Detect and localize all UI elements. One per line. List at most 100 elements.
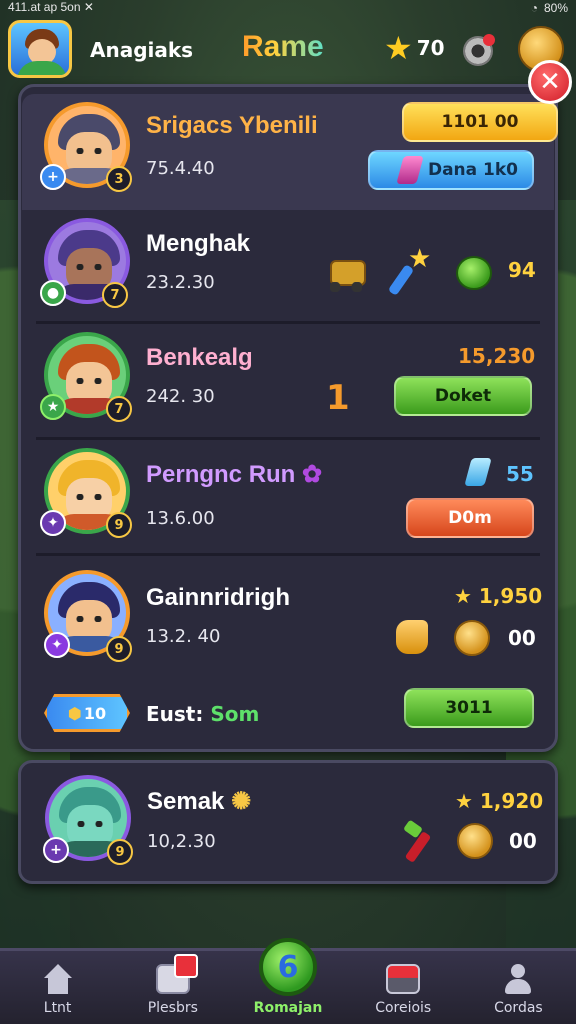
nav-home[interactable]: Ltnt: [0, 951, 115, 1024]
level-badge-icon: 9: [106, 636, 132, 662]
status-icons: ◔ 80%: [531, 0, 568, 16]
nav-profile[interactable]: Cordas: [461, 951, 576, 1024]
level-badge-icon: 7: [102, 282, 128, 308]
row-action-button[interactable]: D0m: [406, 498, 534, 538]
class-badge-icon: +: [40, 164, 66, 190]
player-score: 13.6.00: [146, 508, 215, 529]
class-badge-icon: ●: [40, 280, 66, 306]
blue-crystal-icon: [464, 458, 492, 486]
rank-number: 1: [326, 378, 350, 418]
bottom-navigation: Ltnt Plesbrs 6 Romajan Coreiois Cordas: [0, 938, 576, 1024]
player-name: Anagiaks: [90, 38, 194, 62]
event-action-button[interactable]: 3011: [404, 688, 534, 728]
coin-icon: [457, 823, 493, 859]
shirt-shape: [17, 61, 67, 75]
player-score: 242. 30: [146, 386, 215, 407]
star-icon: ★: [384, 29, 413, 67]
cart-icon: [326, 258, 366, 292]
top-header: Anagiaks Rame ★ 70: [0, 18, 576, 80]
level-badge-icon: 3: [106, 166, 132, 192]
player-name-label: Srigacs Ybenili: [146, 112, 318, 139]
level-badge-icon: 9: [107, 839, 133, 865]
level-badge-icon: 9: [106, 512, 132, 538]
row-value-secondary: 00: [508, 626, 536, 650]
eyes-shape: [77, 821, 103, 827]
game-title: Rame: [242, 30, 324, 63]
leaderboard-row-3[interactable]: ★ 7 Benkealg 242. 30 1 15,230 Doket: [22, 324, 556, 440]
green-gem-icon: [456, 256, 492, 290]
star-badge-icon: ★: [40, 394, 66, 420]
shield-icon: ⬢: [67, 703, 82, 723]
player-name-text: Semak: [147, 788, 225, 815]
close-button[interactable]: ✕: [528, 60, 572, 104]
battery-level: 80%: [543, 1, 568, 15]
nav-ranking-label: Romajan: [253, 1000, 323, 1016]
player-score: 75.4.40: [146, 158, 215, 179]
star-badge-icon: ✦: [40, 510, 66, 536]
row-value: 15,230: [458, 344, 536, 368]
hammer-item-icon: [401, 823, 431, 861]
coin-icon: [454, 620, 490, 656]
event-label-highlight: Som: [210, 702, 260, 726]
settings-gear-icon[interactable]: [463, 34, 495, 66]
challenge-button[interactable]: Dana 1k0: [368, 150, 534, 190]
gem-pink-icon: [396, 156, 424, 184]
home-icon: [41, 964, 75, 994]
leaderboard-row-2[interactable]: ● 7 Menghak 23.2.30 94: [22, 210, 556, 324]
own-rank-card[interactable]: + 9 Semak ✺ 10,2.30 ★ 1,920 00: [18, 760, 558, 884]
status-bar: 411.at ap 5on ✕ ◔ 80%: [0, 0, 576, 16]
row-value: ★ 1,920: [455, 789, 544, 813]
magic-wand-icon: [392, 244, 432, 294]
event-label: Eust: Som: [146, 702, 259, 726]
leaderboard-row-4[interactable]: ✦ 9 Perngnc Run ✿ 13.6.00 55 D0m: [22, 440, 556, 556]
row-value: 94: [508, 258, 536, 282]
eyes-shape: [76, 148, 102, 154]
row-action-button[interactable]: Doket: [394, 376, 532, 416]
leaderboard-row-5[interactable]: ✦ 9 Gainnridrigh 13.2. 40 ★ 1,950 00: [22, 556, 556, 680]
status-time: 411.at ap 5on ✕: [8, 0, 94, 14]
nav-chests-label: Coreiois: [375, 1000, 432, 1016]
ranking-badge-value: 6: [277, 949, 299, 985]
class-badge-icon: +: [43, 837, 69, 863]
challenge-button-label: Dana 1k0: [427, 160, 518, 180]
event-label-prefix: Eust:: [146, 702, 204, 726]
player-name-label: Benkealg: [146, 344, 253, 371]
row-value: 55: [506, 462, 534, 486]
player-name-label: Semak ✺: [147, 787, 251, 816]
chest-icon: [386, 964, 421, 994]
nav-profile-label: Cordas: [494, 1000, 543, 1016]
reward-button[interactable]: 1101 00: [402, 102, 558, 142]
star-counter: ★ 70: [384, 32, 445, 64]
player-score: 10,2.30: [147, 831, 216, 852]
nav-ranking[interactable]: 6 Romajan: [230, 923, 345, 1024]
player-score: 23.2.30: [146, 272, 215, 293]
star-badge-icon: ✦: [44, 632, 70, 658]
dice-icon: [155, 954, 198, 994]
player-name-label: Menghak: [146, 230, 251, 257]
person-icon: [501, 964, 535, 994]
nav-players[interactable]: Plesbrs: [115, 951, 230, 1024]
wifi-icon: ◔: [530, 1, 538, 15]
cat-emblem-icon: ✿: [302, 461, 323, 488]
leaderboard-row-1[interactable]: + 3 Srigacs Ybenili 75.4.40 1101 00 Dana…: [22, 94, 558, 210]
event-level-badge[interactable]: ⬢ 10: [44, 694, 130, 732]
eyes-shape: [76, 494, 102, 500]
star-count-value: 70: [416, 36, 445, 60]
player-name-text: Perngnc Run: [146, 461, 296, 488]
nav-players-label: Plesbrs: [147, 1000, 198, 1016]
player-name-label: Gainnridrigh: [146, 584, 290, 611]
eyes-shape: [76, 264, 102, 270]
close-icon: ✕: [539, 67, 561, 97]
player-name-label: Perngnc Run ✿: [146, 460, 322, 489]
eyes-shape: [76, 378, 102, 384]
player-avatar[interactable]: [8, 20, 72, 78]
row-value-secondary: 00: [509, 829, 537, 853]
fist-item-icon: [396, 620, 428, 654]
nav-home-label: Ltnt: [43, 1000, 72, 1016]
row-value: ★ 1,950: [454, 584, 543, 608]
eyes-shape: [76, 616, 102, 622]
sun-emblem-icon: ✺: [231, 788, 252, 815]
nav-chests[interactable]: Coreiois: [346, 951, 461, 1024]
player-score: 13.2. 40: [146, 626, 221, 647]
ranking-badge-icon: 6: [259, 938, 317, 996]
